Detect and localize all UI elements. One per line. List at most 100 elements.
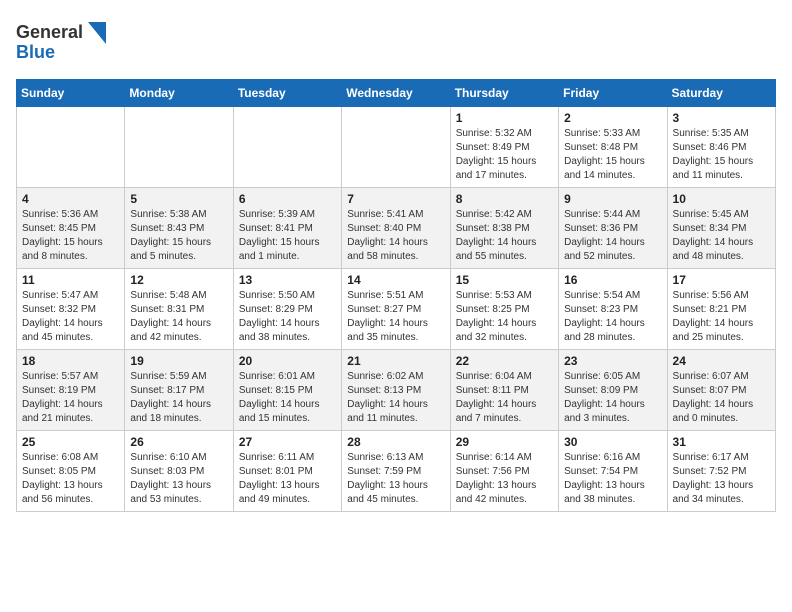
calendar-cell-w2-d6: 17 Sunrise: 5:56 AM Sunset: 8:21 PM Dayli… bbox=[667, 269, 775, 350]
day-info: Sunrise: 5:39 AM Sunset: 8:41 PM Dayligh… bbox=[239, 208, 336, 264]
day-info: Sunrise: 5:45 AM Sunset: 8:34 PM Dayligh… bbox=[673, 208, 770, 264]
day-number: 12 bbox=[130, 273, 227, 287]
calendar-cell-w3-d3: 21 Sunrise: 6:02 AM Sunset: 8:13 PM Dayli… bbox=[342, 350, 450, 431]
day-info: Sunrise: 5:54 AM Sunset: 8:23 PM Dayligh… bbox=[564, 289, 661, 345]
day-info: Sunrise: 5:35 AM Sunset: 8:46 PM Dayligh… bbox=[673, 127, 770, 183]
day-number: 25 bbox=[22, 435, 119, 449]
day-number: 5 bbox=[130, 192, 227, 206]
day-info: Sunrise: 6:17 AM Sunset: 7:52 PM Dayligh… bbox=[673, 451, 770, 507]
calendar-cell-w0-d4: 1 Sunrise: 5:32 AM Sunset: 8:49 PM Daylig… bbox=[450, 107, 558, 188]
calendar-cell-w1-d5: 9 Sunrise: 5:44 AM Sunset: 8:36 PM Daylig… bbox=[559, 188, 667, 269]
calendar-cell-w4-d1: 26 Sunrise: 6:10 AM Sunset: 8:03 PM Dayli… bbox=[125, 431, 233, 512]
calendar-cell-w2-d5: 16 Sunrise: 5:54 AM Sunset: 8:23 PM Dayli… bbox=[559, 269, 667, 350]
weekday-header-saturday: Saturday bbox=[667, 80, 775, 107]
day-info: Sunrise: 5:48 AM Sunset: 8:31 PM Dayligh… bbox=[130, 289, 227, 345]
calendar-cell-w0-d3 bbox=[342, 107, 450, 188]
day-number: 16 bbox=[564, 273, 661, 287]
calendar-cell-w0-d2 bbox=[233, 107, 341, 188]
day-info: Sunrise: 5:32 AM Sunset: 8:49 PM Dayligh… bbox=[456, 127, 553, 183]
day-info: Sunrise: 5:51 AM Sunset: 8:27 PM Dayligh… bbox=[347, 289, 444, 345]
calendar-cell-w2-d0: 11Sunrise: 5:47 AM Sunset: 8:32 PM Dayli… bbox=[17, 269, 125, 350]
day-number: 6 bbox=[239, 192, 336, 206]
day-number: 9 bbox=[564, 192, 661, 206]
day-info: Sunrise: 5:41 AM Sunset: 8:40 PM Dayligh… bbox=[347, 208, 444, 264]
weekday-header-tuesday: Tuesday bbox=[233, 80, 341, 107]
calendar-cell-w3-d4: 22 Sunrise: 6:04 AM Sunset: 8:11 PM Dayli… bbox=[450, 350, 558, 431]
calendar-cell-w1-d0: 4 Sunrise: 5:36 AM Sunset: 8:45 PM Daylig… bbox=[17, 188, 125, 269]
svg-text:General: General bbox=[16, 22, 83, 42]
calendar-cell-w3-d2: 20Sunrise: 6:01 AM Sunset: 8:15 PM Dayli… bbox=[233, 350, 341, 431]
day-number: 7 bbox=[347, 192, 444, 206]
day-info: Sunrise: 5:57 AM Sunset: 8:19 PM Dayligh… bbox=[22, 370, 119, 426]
day-number: 23 bbox=[564, 354, 661, 368]
calendar-cell-w0-d0 bbox=[17, 107, 125, 188]
calendar-cell-w4-d2: 27 Sunrise: 6:11 AM Sunset: 8:01 PM Dayli… bbox=[233, 431, 341, 512]
calendar-table: SundayMondayTuesdayWednesdayThursdayFrid… bbox=[16, 79, 776, 512]
day-info: Sunrise: 6:13 AM Sunset: 7:59 PM Dayligh… bbox=[347, 451, 444, 507]
day-number: 10 bbox=[673, 192, 770, 206]
day-number: 13 bbox=[239, 273, 336, 287]
day-number: 15 bbox=[456, 273, 553, 287]
day-info: Sunrise: 6:02 AM Sunset: 8:13 PM Dayligh… bbox=[347, 370, 444, 426]
day-info: Sunrise: 6:14 AM Sunset: 7:56 PM Dayligh… bbox=[456, 451, 553, 507]
day-info: Sunrise: 5:59 AM Sunset: 8:17 PM Dayligh… bbox=[130, 370, 227, 426]
day-number: 21 bbox=[347, 354, 444, 368]
day-number: 31 bbox=[673, 435, 770, 449]
day-number: 27 bbox=[239, 435, 336, 449]
day-number: 3 bbox=[673, 111, 770, 125]
svg-text:Blue: Blue bbox=[16, 42, 55, 62]
calendar-cell-w1-d4: 8 Sunrise: 5:42 AM Sunset: 8:38 PM Daylig… bbox=[450, 188, 558, 269]
weekday-header-wednesday: Wednesday bbox=[342, 80, 450, 107]
day-info: Sunrise: 5:42 AM Sunset: 8:38 PM Dayligh… bbox=[456, 208, 553, 264]
day-number: 20 bbox=[239, 354, 336, 368]
weekday-header-sunday: Sunday bbox=[17, 80, 125, 107]
day-number: 4 bbox=[22, 192, 119, 206]
calendar-cell-w3-d6: 24 Sunrise: 6:07 AM Sunset: 8:07 PM Dayli… bbox=[667, 350, 775, 431]
weekday-header-thursday: Thursday bbox=[450, 80, 558, 107]
day-number: 30 bbox=[564, 435, 661, 449]
calendar-cell-w0-d1 bbox=[125, 107, 233, 188]
day-info: Sunrise: 5:44 AM Sunset: 8:36 PM Dayligh… bbox=[564, 208, 661, 264]
day-info: Sunrise: 5:33 AM Sunset: 8:48 PM Dayligh… bbox=[564, 127, 661, 183]
day-info: Sunrise: 5:53 AM Sunset: 8:25 PM Dayligh… bbox=[456, 289, 553, 345]
day-number: 26 bbox=[130, 435, 227, 449]
day-info: Sunrise: 6:04 AM Sunset: 8:11 PM Dayligh… bbox=[456, 370, 553, 426]
day-info: Sunrise: 6:11 AM Sunset: 8:01 PM Dayligh… bbox=[239, 451, 336, 507]
calendar-cell-w0-d5: 2Sunrise: 5:33 AM Sunset: 8:48 PM Daylig… bbox=[559, 107, 667, 188]
calendar-cell-w3-d5: 23 Sunrise: 6:05 AM Sunset: 8:09 PM Dayli… bbox=[559, 350, 667, 431]
day-number: 8 bbox=[456, 192, 553, 206]
day-info: Sunrise: 6:05 AM Sunset: 8:09 PM Dayligh… bbox=[564, 370, 661, 426]
day-info: Sunrise: 6:10 AM Sunset: 8:03 PM Dayligh… bbox=[130, 451, 227, 507]
calendar-cell-w4-d0: 25 Sunrise: 6:08 AM Sunset: 8:05 PM Dayli… bbox=[17, 431, 125, 512]
calendar-cell-w4-d3: 28 Sunrise: 6:13 AM Sunset: 7:59 PM Dayli… bbox=[342, 431, 450, 512]
day-number: 22 bbox=[456, 354, 553, 368]
calendar-cell-w2-d2: 13 Sunrise: 5:50 AM Sunset: 8:29 PM Dayli… bbox=[233, 269, 341, 350]
calendar-cell-w4-d6: 31 Sunrise: 6:17 AM Sunset: 7:52 PM Dayli… bbox=[667, 431, 775, 512]
logo: General Blue bbox=[16, 16, 116, 69]
day-number: 17 bbox=[673, 273, 770, 287]
day-info: Sunrise: 6:16 AM Sunset: 7:54 PM Dayligh… bbox=[564, 451, 661, 507]
day-info: Sunrise: 6:08 AM Sunset: 8:05 PM Dayligh… bbox=[22, 451, 119, 507]
calendar-cell-w2-d1: 12 Sunrise: 5:48 AM Sunset: 8:31 PM Dayli… bbox=[125, 269, 233, 350]
calendar-cell-w3-d1: 19 Sunrise: 5:59 AM Sunset: 8:17 PM Dayli… bbox=[125, 350, 233, 431]
day-number: 28 bbox=[347, 435, 444, 449]
weekday-header-friday: Friday bbox=[559, 80, 667, 107]
day-info: Sunrise: 6:07 AM Sunset: 8:07 PM Dayligh… bbox=[673, 370, 770, 426]
day-info: Sunrise: 5:38 AM Sunset: 8:43 PM Dayligh… bbox=[130, 208, 227, 264]
day-info: Sunrise: 5:56 AM Sunset: 8:21 PM Dayligh… bbox=[673, 289, 770, 345]
day-number: 19 bbox=[130, 354, 227, 368]
day-number: 1 bbox=[456, 111, 553, 125]
calendar-cell-w4-d4: 29 Sunrise: 6:14 AM Sunset: 7:56 PM Dayli… bbox=[450, 431, 558, 512]
calendar-cell-w1-d1: 5 Sunrise: 5:38 AM Sunset: 8:43 PM Daylig… bbox=[125, 188, 233, 269]
calendar-cell-w1-d3: 7 Sunrise: 5:41 AM Sunset: 8:40 PM Daylig… bbox=[342, 188, 450, 269]
calendar-cell-w3-d0: 18 Sunrise: 5:57 AM Sunset: 8:19 PM Dayli… bbox=[17, 350, 125, 431]
calendar-cell-w2-d3: 14Sunrise: 5:51 AM Sunset: 8:27 PM Dayli… bbox=[342, 269, 450, 350]
day-number: 29 bbox=[456, 435, 553, 449]
day-info: Sunrise: 5:50 AM Sunset: 8:29 PM Dayligh… bbox=[239, 289, 336, 345]
day-number: 11 bbox=[22, 273, 119, 287]
day-info: Sunrise: 5:36 AM Sunset: 8:45 PM Dayligh… bbox=[22, 208, 119, 264]
weekday-header-monday: Monday bbox=[125, 80, 233, 107]
calendar-cell-w1-d6: 10 Sunrise: 5:45 AM Sunset: 8:34 PM Dayli… bbox=[667, 188, 775, 269]
day-number: 18 bbox=[22, 354, 119, 368]
day-number: 24 bbox=[673, 354, 770, 368]
